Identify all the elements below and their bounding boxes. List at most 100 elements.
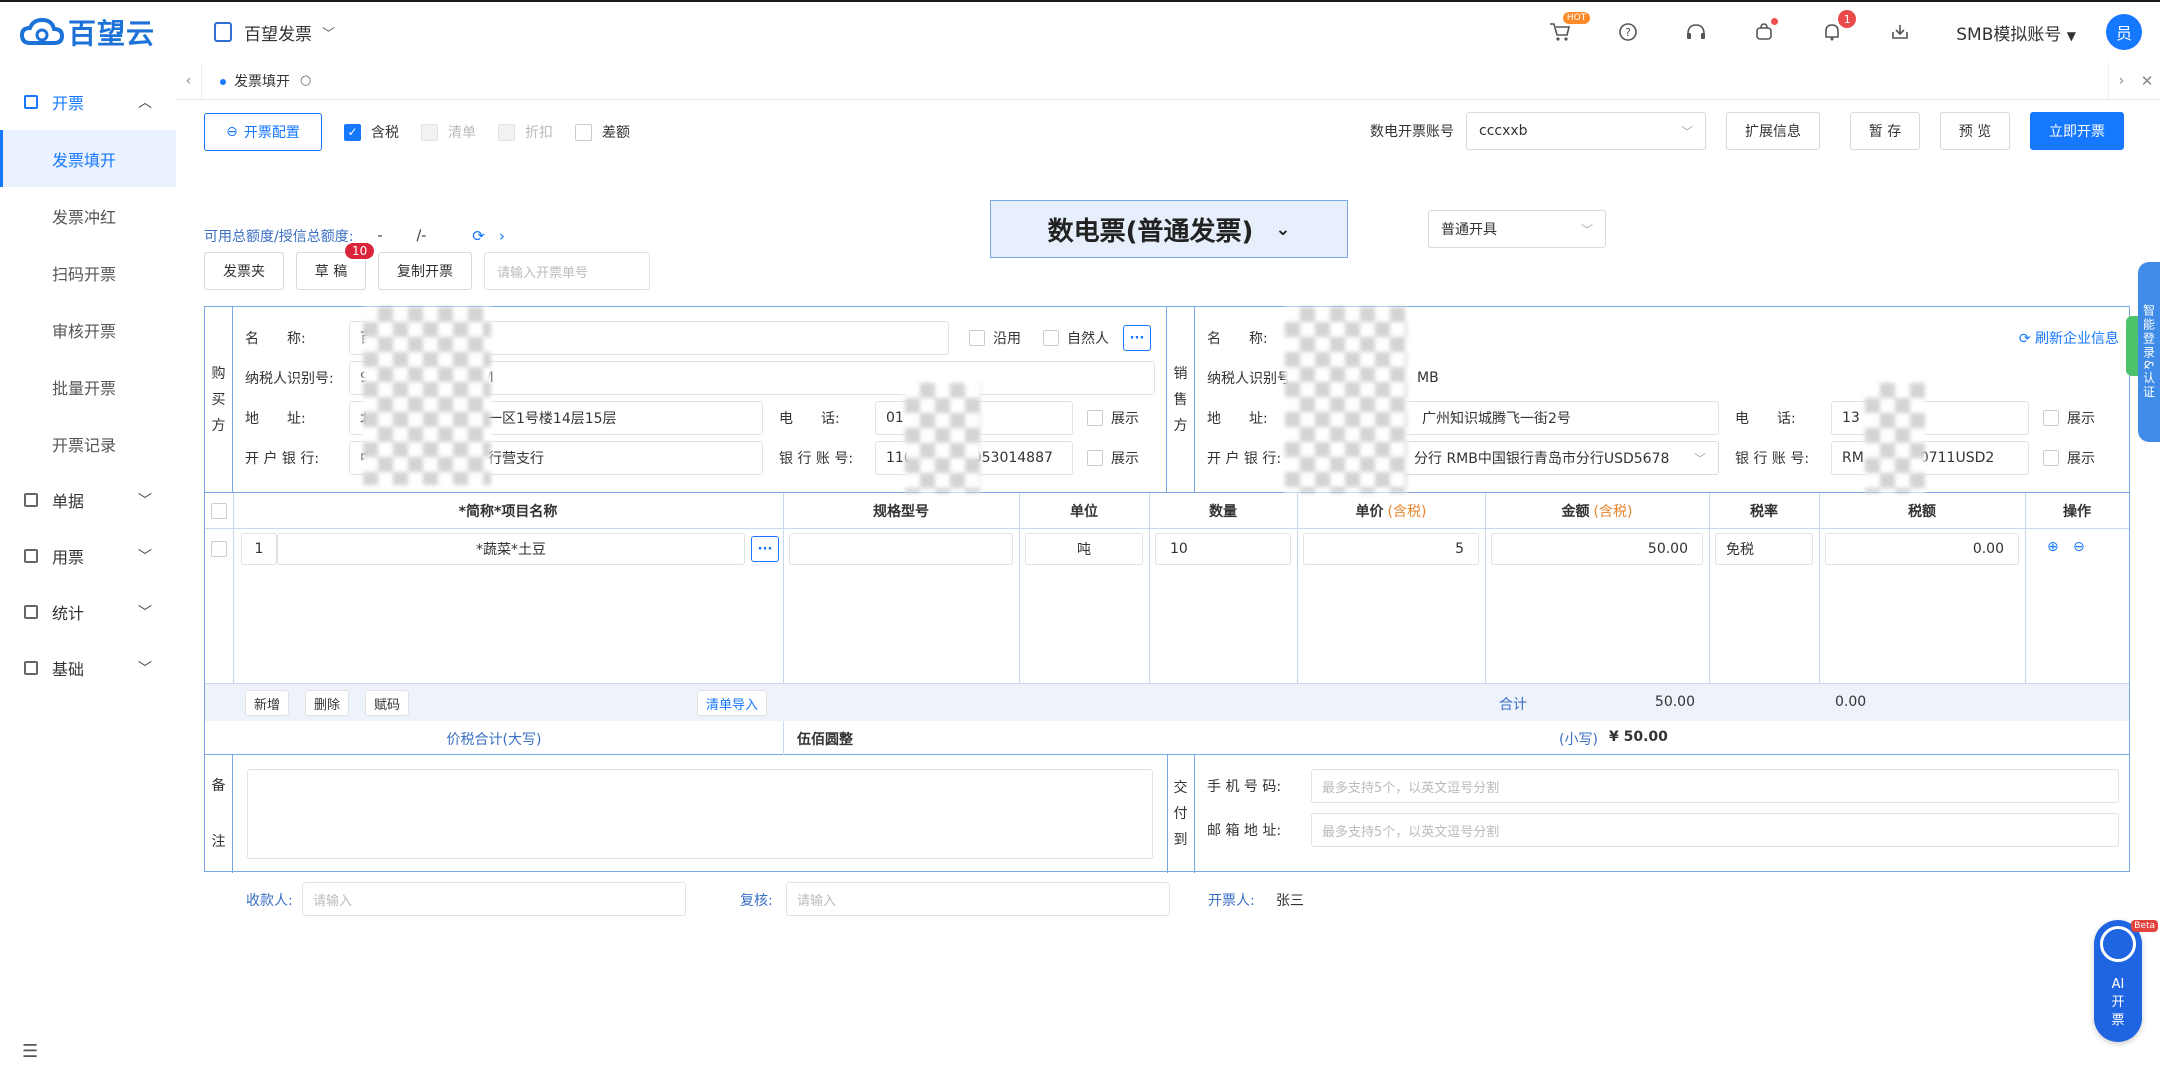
total-label: 合计 [1499, 697, 1527, 713]
chevron-down-icon: ﹀ [1693, 451, 1706, 466]
buyer-label-char: 方 [211, 418, 226, 434]
item-amount-input[interactable]: 50.00 [1491, 533, 1703, 565]
sidebar-item-batch[interactable]: 批量开票 [0, 358, 176, 415]
green-side-tab[interactable] [2126, 316, 2138, 376]
seller-account-input[interactable]: RM 0711USD2 [1831, 441, 2029, 475]
refresh-company-link[interactable]: ⟳ 刷新企业信息 [2019, 328, 2119, 348]
product-switcher[interactable]: 百望发票 ﹀ [214, 20, 335, 45]
chevron-down-icon: ﹀ [138, 549, 152, 565]
reviewer-input[interactable]: 请输入 [786, 882, 1170, 916]
add-item-button[interactable]: 新增 [245, 690, 290, 716]
config-button-label: 开票配置 [243, 125, 300, 141]
lower-total-label: (小写) [1559, 732, 1598, 748]
draft-button[interactable]: 草 稿 10 [296, 243, 375, 290]
item-price-input[interactable]: 5 [1303, 533, 1479, 565]
tab-scroll-right-icon[interactable]: › [2108, 61, 2134, 100]
lower-total-value: ¥ 50.00 [1609, 729, 1668, 745]
arrow-right-circle-icon[interactable]: › [499, 227, 505, 245]
item-unit-input[interactable]: 吨 [1025, 533, 1143, 565]
seller-phone-input[interactable]: 13 [1831, 401, 2029, 435]
ai-label-char: 开 [2111, 995, 2125, 1010]
sidebar-group-stats[interactable]: 统计 ﹀ [0, 584, 176, 640]
smart-login-tab[interactable]: 智能登录&认证 [2138, 262, 2160, 442]
remark-textarea[interactable] [247, 769, 1153, 859]
checkbox-box [421, 123, 438, 141]
show-account-checkbox[interactable]: 展示 [1087, 448, 1139, 468]
sidebar-item-fill[interactable]: 发票填开 [0, 130, 176, 187]
chevron-down-icon: ⌄ [1275, 218, 1291, 240]
extension-info-button[interactable]: 扩展信息 [1726, 112, 1820, 150]
avatar[interactable]: 员 [2106, 14, 2142, 50]
close-all-icon[interactable]: ✕ [2134, 62, 2160, 100]
show-phone-checkbox[interactable]: 展示 [1087, 408, 1139, 428]
remark-label: 备 注 [205, 755, 233, 873]
bell-icon[interactable]: 1 [1820, 10, 1857, 44]
copy-issue-button[interactable]: 复制开票 [378, 252, 472, 290]
item-spec-input[interactable] [789, 533, 1013, 565]
delete-item-button[interactable]: 删除 [305, 690, 350, 716]
payee-input[interactable]: 请输入 [302, 882, 686, 916]
checkbox-list[interactable]: 清单 [421, 122, 476, 142]
sidebar-item-review[interactable]: 审核开票 [0, 301, 176, 358]
item-name-input[interactable]: *蔬菜*土豆 [277, 533, 745, 565]
delivery-phone-input[interactable]: 最多支持5个，以英文逗号分割 [1311, 769, 2119, 803]
toolbar: ⊖ 开票配置 ✓ 含税 清单 折扣 差额 数电开票账号 cccxxb ﹀ 扩展信息… [204, 112, 2124, 152]
order-number-input[interactable]: 请输入开票单号 [484, 252, 650, 290]
logo[interactable]: 百望云 [0, 12, 176, 52]
tax-included-tag: (含税) [1593, 504, 1633, 520]
item-qty-input[interactable]: 10 [1155, 533, 1291, 565]
sidebar-group-basic[interactable]: 基础 ﹀ [0, 640, 176, 696]
config-button[interactable]: ⊖ 开票配置 [204, 113, 322, 151]
seller-bank-tail: 分行 RMB中国银行青岛市分行USD5678 [1414, 451, 1670, 467]
checkbox-tax-included[interactable]: ✓ 含税 [344, 122, 399, 142]
more-options-button[interactable]: ··· [1123, 325, 1151, 351]
natural-person-checkbox[interactable]: 自然人 [1043, 328, 1109, 348]
download-icon[interactable] [1888, 20, 1912, 44]
logo-text: 百望云 [68, 17, 156, 50]
sidebar-item-red-flush[interactable]: 发票冲红 [0, 187, 176, 244]
sidebar-item-scan[interactable]: 扫码开票 [0, 244, 176, 301]
refresh-icon[interactable]: ⟳ [472, 227, 485, 245]
menu-collapse-icon[interactable]: ☰ [22, 1041, 38, 1062]
delivery-email-input[interactable]: 最多支持5个，以英文逗号分割 [1311, 813, 2119, 847]
remove-row-icon[interactable]: ⊖ [2073, 539, 2085, 555]
sidebar-group-issue[interactable]: 开票 ︿ [0, 74, 176, 130]
field-label: 地 址: [245, 411, 306, 427]
code-item-button[interactable]: 赋码 [365, 690, 410, 716]
item-more-button[interactable]: ··· [751, 536, 779, 562]
select-all-checkbox[interactable] [205, 493, 233, 529]
seller-address-tail: 广州知识城腾飞一街2号 [1422, 411, 1571, 427]
ai-icon [2100, 926, 2136, 962]
sidebar-group-usage[interactable]: 用票 ﹀ [0, 528, 176, 584]
reuse-checkbox[interactable]: 沿用 [969, 328, 1021, 348]
account-menu[interactable]: SMB模拟账号 ▼ [1956, 20, 2076, 45]
help-icon[interactable]: ? [1616, 20, 1640, 44]
delivery-phone-row: 手 机 号 码: 最多支持5个，以英文逗号分割 [1207, 769, 2119, 803]
invoice-type-select[interactable]: 数电票(普通发票) ⌄ [990, 200, 1348, 258]
ai-issue-button[interactable]: AI 开 票 [2094, 920, 2142, 1042]
show-account-checkbox[interactable]: 展示 [2043, 448, 2095, 468]
item-rate-select[interactable]: 免税 [1715, 533, 1813, 565]
import-list-button[interactable]: 清单导入 [697, 690, 768, 716]
tab-invoice-fill[interactable]: 发票填开 ○ [202, 62, 329, 100]
save-draft-button[interactable]: 暂 存 [1850, 112, 1920, 150]
account-select[interactable]: cccxxb ﹀ [1466, 112, 1706, 150]
headset-icon[interactable] [1684, 20, 1708, 44]
checkbox-discount[interactable]: 折扣 [498, 122, 553, 142]
preview-button[interactable]: 预 览 [1940, 112, 2010, 150]
tab-close-icon[interactable]: ○ [300, 73, 311, 88]
quota-label: 可用总额度/授信总额度: [204, 229, 354, 245]
issue-mode-select[interactable]: 普通开具 ﹀ [1428, 210, 1606, 248]
checkbox-difference[interactable]: 差额 [575, 122, 630, 142]
item-tax-input[interactable]: 0.00 [1825, 533, 2019, 565]
add-row-icon[interactable]: ⊕ [2047, 539, 2059, 555]
issue-now-button[interactable]: 立即开票 [2030, 112, 2124, 150]
sidebar-group-documents[interactable]: 单据 ﹀ [0, 472, 176, 528]
cart-icon[interactable]: HOT [1548, 12, 1591, 44]
service-icon[interactable] [1752, 18, 1779, 44]
tab-scroll-left-icon[interactable]: ‹ [176, 61, 202, 100]
invoice-folder-button[interactable]: 发票夹 [204, 252, 284, 290]
row-checkbox[interactable] [211, 541, 227, 557]
sidebar-item-records[interactable]: 开票记录 [0, 415, 176, 472]
show-phone-checkbox[interactable]: 展示 [2043, 408, 2095, 428]
